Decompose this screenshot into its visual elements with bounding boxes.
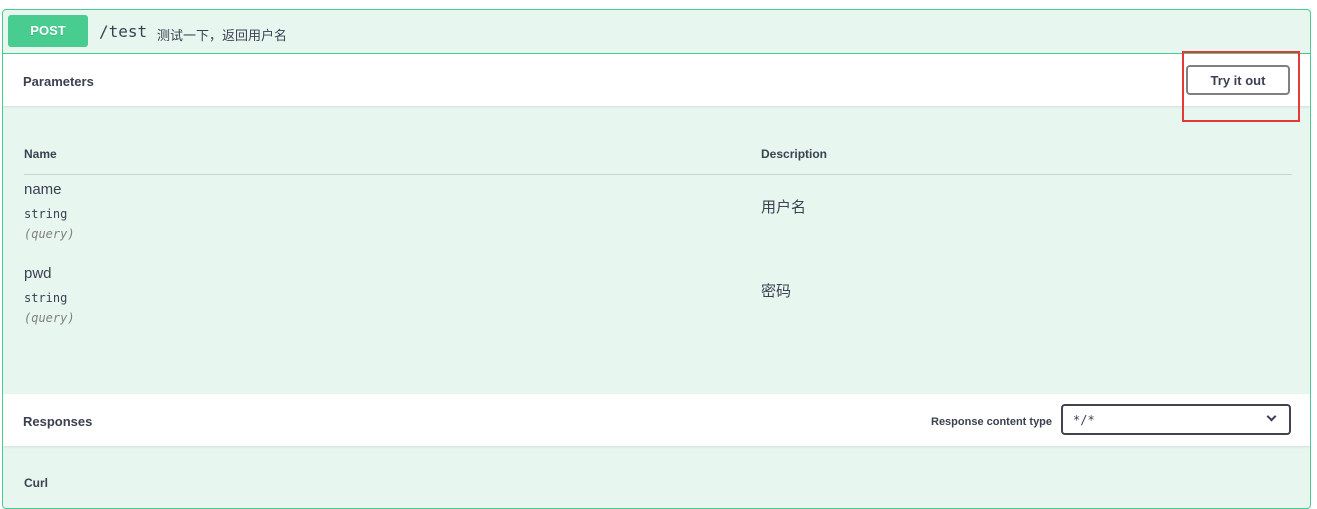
response-content-type-label: Response content type <box>931 416 1053 428</box>
parameter-name: pwd <box>24 265 52 282</box>
response-content-type-select[interactable]: */* <box>1061 404 1291 435</box>
operation-path: /test <box>99 22 148 41</box>
parameter-description: 用户名 <box>761 199 807 216</box>
column-header-name: Name <box>24 147 57 161</box>
responses-header: Responses Response content type */* <box>3 394 1310 446</box>
response-content-type-value: */* <box>1073 413 1095 427</box>
opblock-post-test: POST /test 测试一下，返回用户名 Parameters Try it … <box>2 9 1311 509</box>
parameter-location: (query) <box>24 311 75 325</box>
parameter-location: (query) <box>24 227 75 241</box>
parameter-type: string <box>24 291 68 305</box>
opblock-summary[interactable]: POST /test 测试一下，返回用户名 <box>3 10 1310 54</box>
responses-title: Responses <box>23 414 93 429</box>
curl-label: Curl <box>24 476 48 490</box>
method-badge: POST <box>8 15 88 47</box>
parameter-type: string <box>24 207 68 221</box>
operation-summary: 测试一下，返回用户名 <box>157 28 288 43</box>
parameters-title: Parameters <box>23 74 94 89</box>
parameters-header: Parameters Try it out <box>3 54 1310 106</box>
chevron-down-icon <box>1266 411 1277 422</box>
parameter-name: name <box>24 181 62 198</box>
table-header-divider <box>24 174 1292 175</box>
column-header-description: Description <box>761 147 828 161</box>
parameter-description: 密码 <box>761 283 792 300</box>
try-it-out-button[interactable]: Try it out <box>1186 65 1290 95</box>
